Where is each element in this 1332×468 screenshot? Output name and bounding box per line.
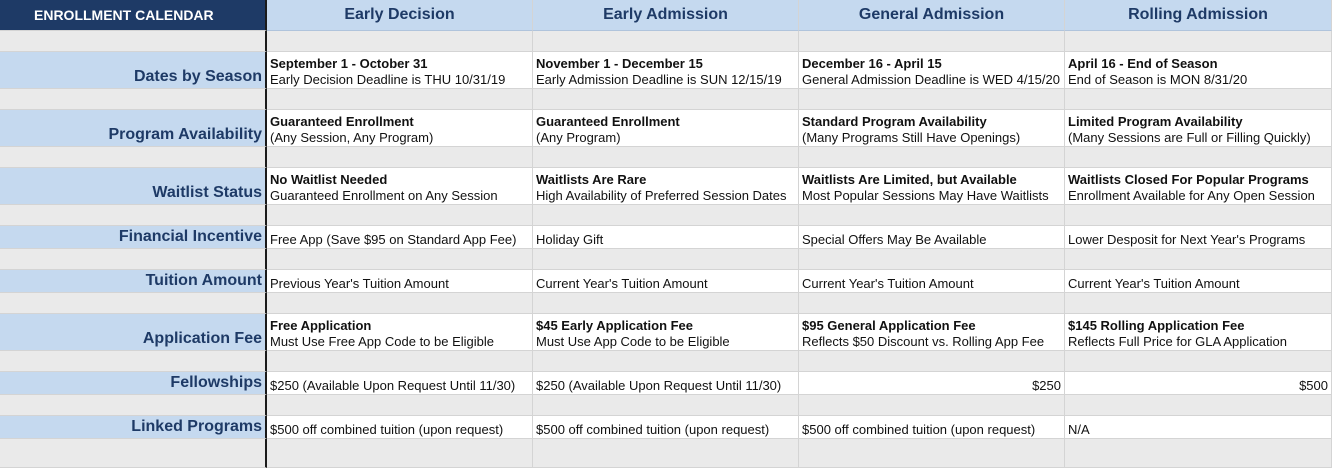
table-cell[interactable]: Free App (Save $95 on Standard App Fee) [267,226,533,249]
enrollment-calendar-sheet: ENROLLMENT CALENDAR Early Decision Early… [0,0,1332,468]
table-row: Application Fee Free Application Must Use… [0,314,1332,351]
table-row: Dates by Season September 1 - October 31… [0,52,1332,89]
table-cell[interactable]: Free Application Must Use Free App Code t… [267,314,533,351]
table-row: Linked Programs $500 off combined tuitio… [0,416,1332,439]
table-row: Waitlist Status No Waitlist Needed Guaran… [0,168,1332,205]
table-cell[interactable]: No Waitlist Needed Guaranteed Enrollment … [267,168,533,205]
column-header-general-admission[interactable]: General Admission [799,0,1065,31]
table-cell[interactable]: April 16 - End of Season End of Season is… [1065,52,1332,89]
table-cell[interactable]: Standard Program Availability (Many Progr… [799,110,1065,147]
row-label-tuition-amount[interactable]: Tuition Amount [0,270,267,293]
column-header-rolling-admission[interactable]: Rolling Admission [1065,0,1332,31]
table-row: Financial Incentive Free App (Save $95 o… [0,226,1332,249]
table-cell[interactable]: Current Year's Tuition Amount [1065,270,1332,293]
table-cell[interactable]: November 1 - December 15 Early Admission … [533,52,799,89]
table-cell[interactable]: Waitlists Are Rare High Availability of P… [533,168,799,205]
sheet-title[interactable]: ENROLLMENT CALENDAR [0,0,267,31]
spacer-row [0,439,1332,468]
table-cell[interactable]: $500 [1065,372,1332,395]
spacer-row [0,293,1332,314]
row-label-fellowships[interactable]: Fellowships [0,372,267,395]
table-cell[interactable]: $45 Early Application Fee Must Use App Co… [533,314,799,351]
table-cell[interactable]: December 16 - April 15 General Admission … [799,52,1065,89]
table-cell[interactable]: $250 [799,372,1065,395]
table-cell[interactable]: Current Year's Tuition Amount [799,270,1065,293]
column-header-early-decision[interactable]: Early Decision [267,0,533,31]
table-cell[interactable]: Current Year's Tuition Amount [533,270,799,293]
table-cell[interactable]: Waitlists Closed For Popular Programs Enr… [1065,168,1332,205]
spacer-row [0,205,1332,226]
table-cell[interactable]: $250 (Available Upon Request Until 11/30… [533,372,799,395]
column-header-early-admission[interactable]: Early Admission [533,0,799,31]
table-cell[interactable]: Guaranteed Enrollment (Any Session, Any P… [267,110,533,147]
table-cell[interactable]: $500 off combined tuition (upon request) [267,416,533,439]
table-cell[interactable]: Previous Year's Tuition Amount [267,270,533,293]
table-row: Fellowships $250 (Available Upon Request… [0,372,1332,395]
table-cell[interactable]: $500 off combined tuition (upon request) [533,416,799,439]
table-cell[interactable]: Special Offers May Be Available [799,226,1065,249]
row-label-application-fee[interactable]: Application Fee [0,314,267,351]
table-cell[interactable]: September 1 - October 31 Early Decision D… [267,52,533,89]
table-cell[interactable]: Limited Program Availability (Many Sessio… [1065,110,1332,147]
row-label-financial-incentive[interactable]: Financial Incentive [0,226,267,249]
row-label-linked-programs[interactable]: Linked Programs [0,416,267,439]
spacer-row [0,89,1332,110]
table-cell[interactable]: $95 General Application Fee Reflects $50 … [799,314,1065,351]
spacer-row [0,395,1332,416]
table-cell[interactable]: Guaranteed Enrollment (Any Program) [533,110,799,147]
spacer-row [0,31,1332,52]
header-row: ENROLLMENT CALENDAR Early Decision Early… [0,0,1332,31]
table-cell[interactable]: $145 Rolling Application Fee Reflects Ful… [1065,314,1332,351]
table-row: Program Availability Guaranteed Enrollme… [0,110,1332,147]
table-cell[interactable]: $500 off combined tuition (upon request) [799,416,1065,439]
table-cell[interactable]: $250 (Available Upon Request Until 11/30… [267,372,533,395]
row-label-waitlist-status[interactable]: Waitlist Status [0,168,267,205]
row-label-dates-by-season[interactable]: Dates by Season [0,52,267,89]
spacer-row [0,147,1332,168]
table-cell[interactable]: Waitlists Are Limited, but Available Most… [799,168,1065,205]
table-cell[interactable]: Holiday Gift [533,226,799,249]
table-cell[interactable]: N/A [1065,416,1332,439]
row-label-program-availability[interactable]: Program Availability [0,110,267,147]
spacer-row [0,249,1332,270]
table-row: Tuition Amount Previous Year's Tuition A… [0,270,1332,293]
spacer-row [0,351,1332,372]
table-cell[interactable]: Lower Desposit for Next Year's Programs [1065,226,1332,249]
